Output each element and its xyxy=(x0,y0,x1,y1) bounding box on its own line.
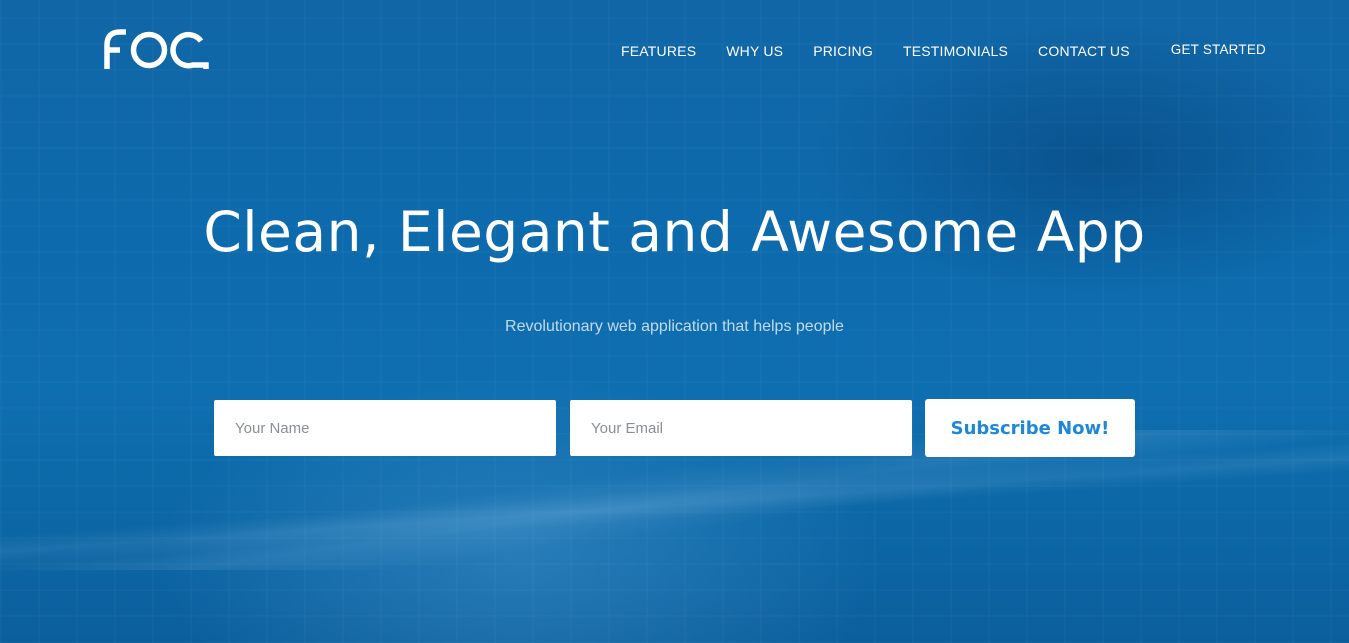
hero-subtitle: Revolutionary web application that helps… xyxy=(505,318,844,335)
nav-item-testimonials[interactable]: TESTIMONIALS xyxy=(888,42,1023,60)
nav-item-features[interactable]: FEATURES xyxy=(606,42,711,60)
hero-headline: Clean, Elegant and Awesome App xyxy=(203,200,1146,264)
get-started-link[interactable]: GET STARTED xyxy=(1156,41,1281,59)
name-input[interactable] xyxy=(214,400,556,456)
hero-section: FEATURES WHY US PRICING TESTIMONIALS CON… xyxy=(0,0,1349,643)
nav-item-contact-us[interactable]: CONTACT US xyxy=(1023,42,1145,60)
nav-item-pricing[interactable]: PRICING xyxy=(798,42,888,60)
fog-logo-icon xyxy=(104,29,209,69)
nav-item-why-us[interactable]: WHY US xyxy=(711,42,798,60)
main-nav: FEATURES WHY US PRICING TESTIMONIALS CON… xyxy=(606,42,1281,60)
email-input[interactable] xyxy=(570,400,912,456)
fog-logo[interactable] xyxy=(104,28,210,70)
subscribe-button[interactable]: Subscribe Now! xyxy=(925,399,1135,457)
